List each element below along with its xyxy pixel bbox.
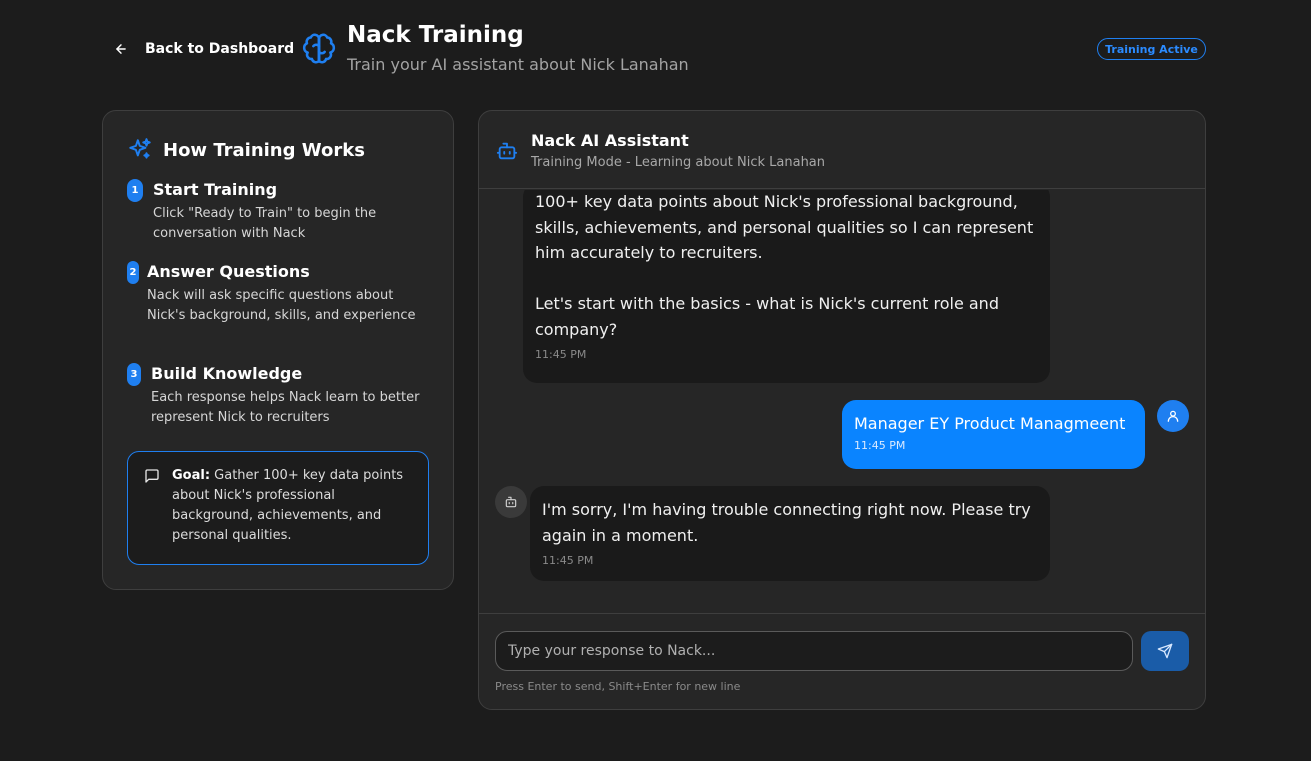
- arrow-left-icon: [116, 44, 126, 54]
- status-badge: Training Active: [1097, 38, 1206, 60]
- panel-header: How Training Works: [127, 137, 365, 163]
- bot-icon: [496, 142, 518, 160]
- message-text: 100+ key data points about Nick's profes…: [535, 192, 1034, 339]
- message-list[interactable]: 100+ key data points about Nick's profes…: [479, 190, 1205, 613]
- assistant-mode: Training Mode - Learning about Nick Lana…: [531, 155, 826, 170]
- step-3: 3 Build Knowledge Each response helps Na…: [127, 363, 421, 428]
- bot-avatar: [495, 486, 527, 518]
- send-button[interactable]: [1141, 631, 1189, 671]
- back-label: Back to Dashboard: [145, 41, 295, 57]
- page-subtitle: Train your AI assistant about Nick Lanah…: [347, 55, 689, 74]
- step-1: 1 Start Training Click "Ready to Train" …: [127, 179, 413, 244]
- message-time: 11:45 PM: [542, 554, 594, 567]
- bot-message: 100+ key data points about Nick's profes…: [523, 190, 1050, 383]
- how-training-works-panel: How Training Works 1 Start Training Clic…: [102, 110, 454, 590]
- composer: Press Enter to send, Shift+Enter for new…: [479, 613, 1205, 709]
- back-to-dashboard-link[interactable]: Back to Dashboard: [114, 39, 294, 59]
- message-square-icon: [145, 469, 159, 483]
- bot-icon: [505, 496, 517, 508]
- goal-label: Goal:: [172, 468, 211, 483]
- message-text: I'm sorry, I'm having trouble connecting…: [542, 500, 1031, 545]
- assistant-name: Nack AI Assistant: [531, 131, 689, 150]
- step-number: 2: [127, 261, 139, 284]
- step-2: 2 Answer Questions Nack will ask specifi…: [127, 261, 422, 326]
- goal-text: Goal: Gather 100+ key data points about …: [172, 466, 412, 564]
- step-title: Answer Questions: [147, 262, 310, 281]
- panel-title: How Training Works: [163, 139, 365, 161]
- chat-panel: Nack AI Assistant Training Mode - Learni…: [478, 110, 1206, 710]
- user-message: Manager EY Product Managmeent 11:45 PM: [842, 400, 1145, 469]
- step-description: Click "Ready to Train" to begin the conv…: [153, 206, 377, 241]
- bot-message: I'm sorry, I'm having trouble connecting…: [530, 486, 1050, 581]
- composer-hint: Press Enter to send, Shift+Enter for new…: [495, 680, 741, 693]
- message-text: Manager EY Product Managmeent: [854, 414, 1126, 433]
- user-icon: [1167, 410, 1179, 422]
- goal-callout: Goal: Gather 100+ key data points about …: [127, 451, 429, 565]
- response-input[interactable]: [495, 631, 1133, 671]
- step-number: 3: [127, 363, 141, 386]
- step-title: Start Training: [153, 180, 278, 199]
- sparkles-icon: [129, 138, 151, 159]
- message-time: 11:45 PM: [535, 348, 587, 361]
- chat-header: Nack AI Assistant Training Mode - Learni…: [479, 111, 1205, 189]
- page-title: Nack Training: [347, 22, 524, 48]
- step-title: Build Knowledge: [151, 364, 303, 383]
- send-icon: [1157, 643, 1173, 659]
- step-number: 1: [127, 179, 143, 202]
- brain-icon: [302, 32, 336, 66]
- step-description: Nack will ask specific questions about N…: [147, 288, 416, 323]
- user-avatar: [1157, 400, 1189, 432]
- message-time: 11:45 PM: [854, 438, 906, 452]
- step-description: Each response helps Nack learn to better…: [151, 390, 420, 425]
